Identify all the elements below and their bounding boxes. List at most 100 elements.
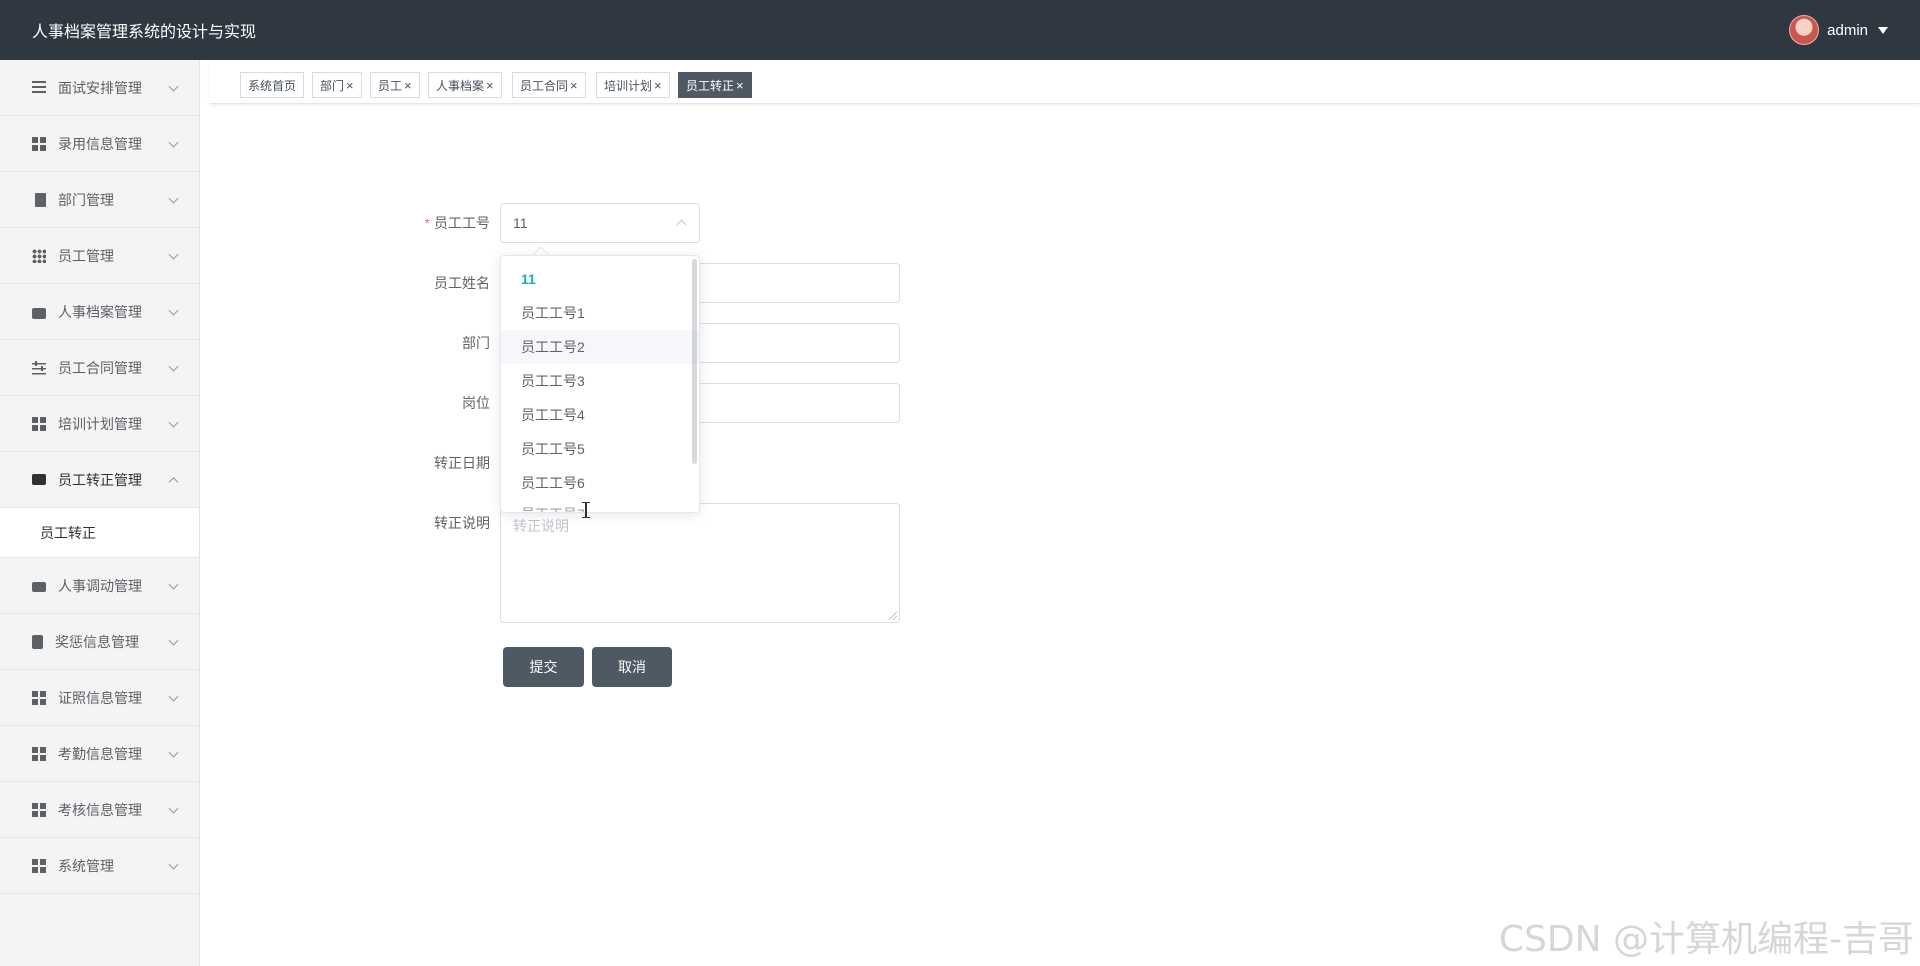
close-icon[interactable]: × [654,78,662,93]
employee-no-select[interactable]: 11 [500,203,700,243]
close-icon[interactable]: × [346,78,354,93]
apps-icon [32,248,46,263]
tag-contract[interactable]: 员工合同 × [512,72,586,98]
book-icon [32,192,46,207]
tag-label: 系统首页 [248,78,297,93]
employee-no-value: 11 [513,215,528,231]
grid-icon [32,858,46,873]
watermark: CSDN @计算机编程-吉哥 [1498,919,1914,960]
cancel-button[interactable]: 取消 [592,647,672,687]
chevron-down-icon [168,249,179,260]
sidebar-subitem-regularization[interactable]: 员工转正 [0,508,199,558]
required-mark: * [424,215,430,231]
sidebar-item-interview[interactable]: 面试安排管理 [0,60,199,116]
sidebar-item-license[interactable]: 证照信息管理 [0,670,199,726]
dropdown-option[interactable]: 员工工号5 [501,432,699,466]
caret-down-icon[interactable] [1878,26,1888,34]
tag-label: 人事档案 [436,78,485,93]
clipboard-icon [32,634,43,649]
description-placeholder: 转正说明 [513,518,569,534]
text-cursor-icon [582,502,590,518]
briefcase-icon [32,307,46,319]
sidebar-item-transfer[interactable]: 人事调动管理 [0,558,199,614]
ticket-icon [32,581,46,592]
date-label: 转正日期 [434,455,490,471]
app-title: 人事档案管理系统的设计与实现 [32,24,257,41]
sidebar-item-label: 培训计划管理 [58,415,142,432]
employee-no-dropdown: 11 员工工号1 员工工号2 员工工号3 员工工号4 员工工号5 员工工号6 员… [500,255,700,513]
chevron-down-icon [168,691,179,702]
sidebar-item-rewards[interactable]: 奖惩信息管理 [0,614,199,670]
sidebar-item-label: 人事档案管理 [58,303,142,320]
tag-regularization[interactable]: 员工转正 × [678,72,752,98]
tag-label: 员工 [378,78,403,93]
sidebar-item-contract[interactable]: 员工合同管理 [0,340,199,396]
chat-icon [32,474,46,485]
chevron-down-icon [168,747,179,758]
chevron-down-icon [168,81,179,92]
sidebar-item-label: 系统管理 [58,857,114,874]
sidebar-item-assessment[interactable]: 考核信息管理 [0,782,199,838]
sidebar-item-label: 奖惩信息管理 [55,633,139,650]
chevron-down-icon [168,361,179,372]
dropdown-option[interactable]: 员工工号3 [501,364,699,398]
employee-name-label: 员工姓名 [434,275,490,291]
close-icon[interactable]: × [404,78,412,93]
tag-archive[interactable]: 人事档案 × [428,72,502,98]
chevron-down-icon [168,579,179,590]
close-icon[interactable]: × [570,78,578,93]
list-icon [32,80,46,95]
dropdown-option[interactable]: 11 [501,262,699,296]
dropdown-option[interactable]: 员工工号1 [501,296,699,330]
tag-label: 员工转正 [686,78,735,93]
sidebar-item-label: 证照信息管理 [58,689,142,706]
tag-department[interactable]: 部门 × [312,72,362,98]
sidebar-item-label: 员工管理 [58,247,114,264]
employee-no-label: * 员工工号 [400,213,490,233]
dropdown-scrollbar[interactable] [692,259,697,464]
description-textarea[interactable]: 转正说明 [500,503,900,623]
sidebar: 面试安排管理 录用信息管理 部门管理 员工管理 人事档案管理 员工合同管理 培训… [0,60,200,966]
tag-label: 部门 [320,78,345,93]
position-label: 岗位 [462,395,490,411]
sidebar-item-department[interactable]: 部门管理 [0,172,199,228]
dropdown-option[interactable]: 员工工号6 [501,466,699,500]
sidebar-item-attendance[interactable]: 考勤信息管理 [0,726,199,782]
sidebar-item-training[interactable]: 培训计划管理 [0,396,199,452]
sidebar-item-system[interactable]: 系统管理 [0,838,199,894]
tag-training[interactable]: 培训计划 × [596,72,670,98]
sidebar-item-label: 面试安排管理 [58,79,142,96]
close-icon[interactable]: × [736,78,744,93]
tag-home[interactable]: 系统首页 [240,72,305,98]
dropdown-option[interactable]: 员工工号4 [501,398,699,432]
sidebar-item-archive[interactable]: 人事档案管理 [0,284,199,340]
grid-icon [32,136,46,151]
tag-employee[interactable]: 员工 × [370,72,420,98]
employee-no-label-text: 员工工号 [434,215,490,231]
avatar[interactable] [1789,15,1820,45]
chevron-down-icon [168,193,179,204]
sliders-icon [32,360,46,375]
dropdown-option[interactable]: 员工工号7 [501,500,699,512]
chevron-up-icon [168,476,179,487]
sidebar-item-regularization[interactable]: 员工转正管理 [0,452,199,508]
dropdown-option[interactable]: 员工工号2 [501,330,699,364]
submit-button[interactable]: 提交 [503,647,584,687]
description-label: 转正说明 [434,515,490,531]
sidebar-item-hiring[interactable]: 录用信息管理 [0,116,199,172]
sidebar-item-employee[interactable]: 员工管理 [0,228,199,284]
chevron-down-icon [168,635,179,646]
grid-icon [32,416,46,431]
sidebar-item-label: 员工合同管理 [58,359,142,376]
department-label: 部门 [462,335,490,351]
tag-label: 培训计划 [604,78,653,93]
user-menu[interactable]: admin [1789,15,1888,45]
close-icon[interactable]: × [486,78,494,93]
resize-grip-icon[interactable] [889,612,897,620]
username[interactable]: admin [1827,22,1868,39]
tag-label: 员工合同 [520,78,569,93]
sidebar-item-label: 部门管理 [58,191,114,208]
grid-icon [32,690,46,705]
chevron-down-icon [168,137,179,148]
chevron-down-icon [168,305,179,316]
